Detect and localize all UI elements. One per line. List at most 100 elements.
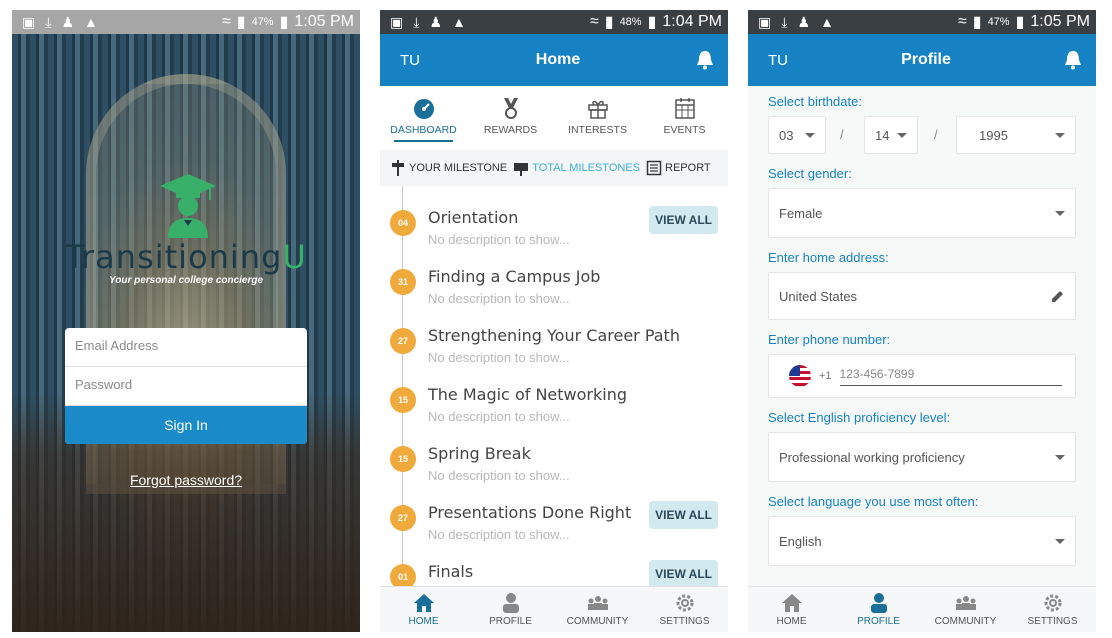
list-item[interactable]: 31 Finding a Campus Job No description t… [380,255,728,313]
add-user-icon: ♟ [429,13,442,30]
battery-percent: 47% [987,16,1010,28]
bell-icon[interactable] [1064,50,1082,70]
tagline: Your personal college concierge [108,275,264,286]
milestone-description: No description to show... [428,350,570,365]
birth-year-select[interactable]: 1995 [956,116,1076,154]
list-item[interactable]: 15 Spring Break No description to show..… [380,432,728,490]
nav-profile[interactable]: PROFILE [835,587,922,632]
list-item[interactable]: 27 Presentations Done Right No descripti… [380,491,728,549]
medal-icon [503,98,518,119]
list-item[interactable]: 15 The Magic of Networking No descriptio… [380,373,728,431]
phone-field[interactable]: +1 123-456-7899 [768,354,1076,398]
chevron-down-icon [805,132,815,138]
list-item[interactable]: 27 Strengthening Your Career Path No des… [380,314,728,372]
nav-label: COMMUNITY [934,615,997,627]
battery-percent: 48% [619,16,642,28]
birth-day-value: 14 [875,127,890,143]
language-select[interactable]: English [768,516,1076,566]
bell-icon[interactable] [696,50,714,70]
community-icon [955,595,976,610]
view-all-button[interactable]: VIEW ALL [649,206,718,234]
milestone-title: Finding a Campus Job [428,267,601,286]
english-level-label: Select English proficiency level: [768,410,951,425]
nav-home[interactable]: HOME [748,587,835,632]
filter-total-milestones[interactable]: TOTAL MILESTONES [513,160,640,176]
person-icon [502,592,519,613]
tab-rewards[interactable]: REWARDS [467,86,554,146]
forgot-password-link[interactable]: Forgot password? [12,472,360,488]
chevron-down-icon [1055,132,1065,138]
view-all-button[interactable]: VIEW ALL [649,560,718,586]
tab-interests[interactable]: INTERESTS [554,86,641,146]
tab-dashboard[interactable]: DASHBOARD [380,86,467,146]
phone-label: Enter phone number: [768,332,891,347]
milestone-title: The Magic of Networking [428,385,627,404]
filter-report[interactable]: REPORT [646,160,711,176]
bottom-nav: HOME PROFILE COMMUNITY SETTINGS [380,586,728,632]
app-bar: TU Profile [748,34,1096,86]
gear-icon [676,594,693,611]
us-flag-icon[interactable] [789,365,811,387]
phone-input[interactable]: 123-456-7899 [839,367,1062,386]
nav-home[interactable]: HOME [380,587,467,632]
tab-label: INTERESTS [568,124,627,136]
community-icon [587,595,608,610]
nav-settings[interactable]: SETTINGS [1009,587,1096,632]
nav-settings[interactable]: SETTINGS [641,587,728,632]
gear-icon [1044,594,1061,611]
milestone-title: Finals [428,562,474,581]
signal-icon: ▮ [236,14,246,31]
birth-day-select[interactable]: 14 [864,116,918,154]
user-initials[interactable]: TU [768,52,788,69]
gender-label: Select gender: [768,166,852,181]
day-badge: 15 [390,446,416,472]
calendar-icon [674,98,695,119]
download-icon: ⤓ [781,13,788,30]
address-field[interactable]: United States [768,272,1076,320]
home-icon [413,593,434,612]
tab-label: REWARDS [483,124,538,136]
day-badge: 27 [390,328,416,354]
milestone-description: No description to show... [428,409,570,424]
english-level-select[interactable]: Professional working proficiency [768,432,1076,482]
milestone-description: No description to show... [428,468,570,483]
wifi-icon: ≈ [221,13,231,30]
nav-label: PROFILE [489,615,532,627]
password-field[interactable]: Password [65,367,307,406]
day-badge: 31 [390,269,416,295]
birth-month-select[interactable]: 03 [768,116,826,154]
tab-bar: DASHBOARD REWARDS INTERESTS EVENTS [380,86,728,146]
tab-events[interactable]: EVENTS [641,86,728,146]
date-separator: / [840,127,844,142]
signal-icon: ▮ [972,14,982,31]
tab-label: DASHBOARD [390,124,457,136]
login-form: Email Address Password Sign In [65,328,307,444]
gender-select[interactable]: Female [768,188,1076,238]
nav-profile[interactable]: PROFILE [467,587,554,632]
filter-your-milestone[interactable]: YOUR MILESTONE [390,160,507,176]
user-initials[interactable]: TU [400,52,420,69]
nav-community[interactable]: COMMUNITY [554,587,641,632]
bottom-nav: HOME PROFILE COMMUNITY SETTINGS [748,586,1096,632]
list-item[interactable]: 01 Finals VIEW ALL [380,550,728,586]
email-field[interactable]: Email Address [65,328,307,367]
nav-label: PROFILE [857,615,900,627]
login-screen: ▣ ⤓ ♟ ▲ ≈ ▮ 47% ▮ 1:05 PM TransitioningU… [12,10,360,632]
view-all-button[interactable]: VIEW ALL [649,501,718,529]
day-badge: 01 [390,564,416,586]
milestone-title: Strengthening Your Career Path [428,326,680,345]
brand-name: TransitioningU [12,238,360,276]
wifi-icon: ≈ [589,13,599,30]
filter-label: YOUR MILESTONE [409,162,508,174]
pencil-icon[interactable] [1051,289,1065,303]
list-item[interactable]: 04 Orientation No description to show...… [380,196,728,254]
milestone-list: 04 Orientation No description to show...… [380,186,728,586]
sign-in-button[interactable]: Sign In [65,406,307,444]
nav-label: SETTINGS [1027,615,1078,627]
english-level-value: Professional working proficiency [779,449,965,465]
home-icon [781,593,802,612]
page-title: Profile [901,51,951,68]
nav-community[interactable]: COMMUNITY [922,587,1009,632]
download-icon: ⤓ [413,13,420,30]
birth-year-value: 1995 [979,127,1008,143]
